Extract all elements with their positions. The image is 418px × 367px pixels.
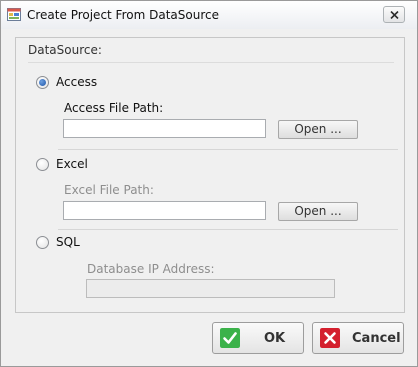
close-button[interactable] — [383, 6, 405, 23]
database-ip-input[interactable] — [86, 279, 335, 298]
database-ip-label: Database IP Address: — [87, 262, 215, 276]
x-mark-icon — [320, 328, 340, 348]
app-window-icon — [7, 8, 21, 21]
cancel-button[interactable]: Cancel — [312, 322, 404, 354]
excel-radio[interactable] — [36, 158, 49, 171]
divider — [58, 229, 398, 230]
ok-button[interactable]: OK — [212, 322, 304, 354]
sql-radio[interactable] — [36, 236, 49, 249]
title-bar: Create Project From DataSource — [1, 1, 417, 29]
datasource-group: DataSource: Access Access File Path: Ope… — [15, 37, 405, 313]
checkmark-icon — [220, 328, 240, 348]
excel-path-label: Excel File Path: — [64, 183, 154, 197]
sql-radio-label[interactable]: SQL — [56, 235, 80, 249]
group-title: DataSource: — [28, 43, 102, 57]
excel-path-input[interactable] — [63, 201, 266, 220]
ok-button-label: OK — [264, 331, 286, 346]
dialog-window: Create Project From DataSource DataSourc… — [0, 0, 418, 367]
access-path-label: Access File Path: — [64, 101, 164, 115]
excel-open-button[interactable]: Open ... — [278, 202, 358, 221]
window-title: Create Project From DataSource — [27, 8, 219, 22]
radio-selected-dot — [39, 79, 46, 86]
access-radio[interactable] — [36, 76, 49, 89]
access-radio-label[interactable]: Access — [56, 75, 97, 89]
access-open-button[interactable]: Open ... — [278, 120, 358, 139]
cancel-button-label: Cancel — [352, 331, 401, 346]
close-icon — [390, 11, 399, 19]
divider — [58, 149, 398, 150]
group-divider — [28, 62, 394, 63]
access-path-input[interactable] — [63, 119, 266, 138]
excel-radio-label[interactable]: Excel — [56, 157, 88, 171]
